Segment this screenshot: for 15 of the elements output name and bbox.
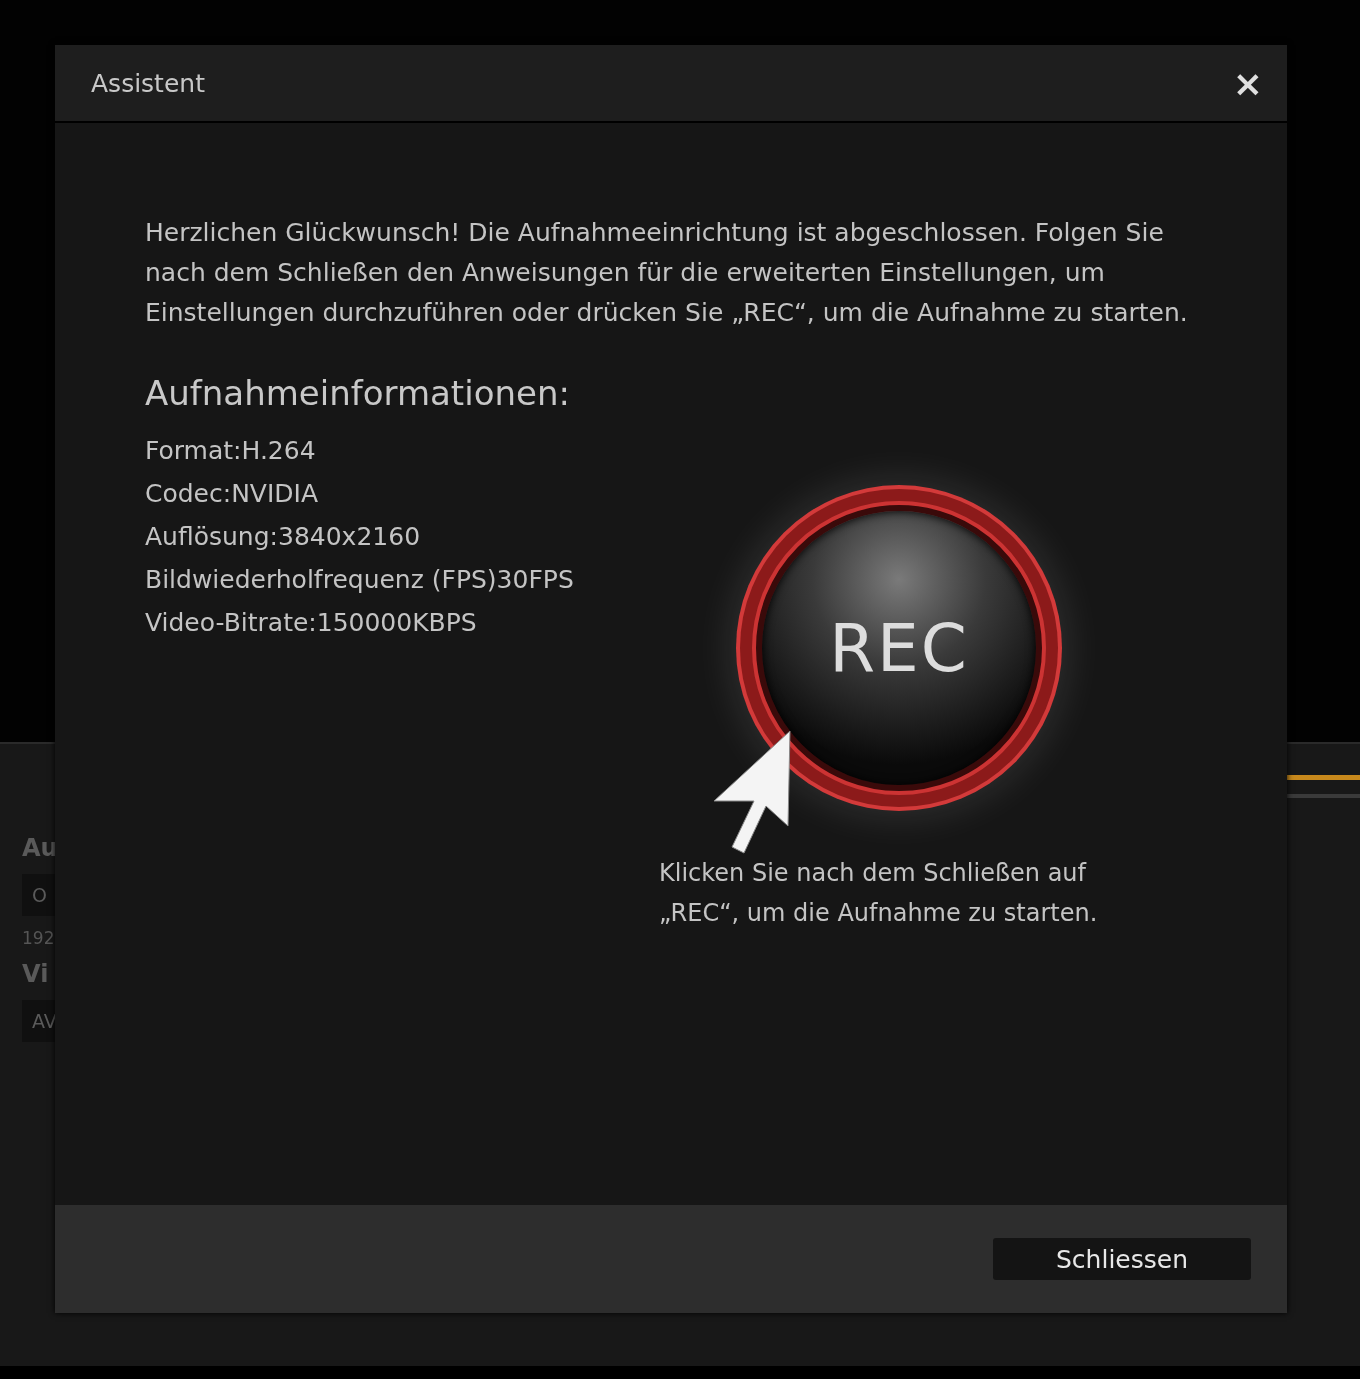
section-label: Vi bbox=[22, 960, 49, 988]
window-title: Assistent bbox=[91, 68, 205, 98]
info-line: Codec:NVIDIA bbox=[145, 478, 320, 510]
hint-text: Klicken Sie nach dem Schließen auf „REC“, um die Aufnahme zu starten. bbox=[659, 858, 1099, 929]
info-line: Video-Bitrate:150000KBPS bbox=[145, 607, 478, 639]
section-label: Au bbox=[22, 834, 58, 862]
info-line: Auflösung:3840x2160 bbox=[145, 521, 422, 553]
cursor-icon bbox=[714, 731, 794, 856]
intro-text: Herzlichen Glückwunsch! Die Aufnahmeeinrichtung ist abgeschlossen. Folgen Sie nach dem Schließen den Anweisungen für die erweiterten Einstellungen, um Einstellungen durchzuführen oder drücken Sie „REC“, um die Aufnahme zu starten. bbox=[145, 217, 1189, 329]
info-line: Format:H.264 bbox=[145, 435, 317, 467]
resolution-label: 192 bbox=[22, 928, 55, 948]
close-dialog-button[interactable]: Schliessen bbox=[993, 1238, 1251, 1280]
info-line: Bildwiederholfrequenz (FPS)30FPS bbox=[145, 564, 575, 596]
close-button[interactable]: × bbox=[1232, 62, 1263, 104]
section-heading: Aufnahmeinformationen: bbox=[145, 373, 571, 413]
